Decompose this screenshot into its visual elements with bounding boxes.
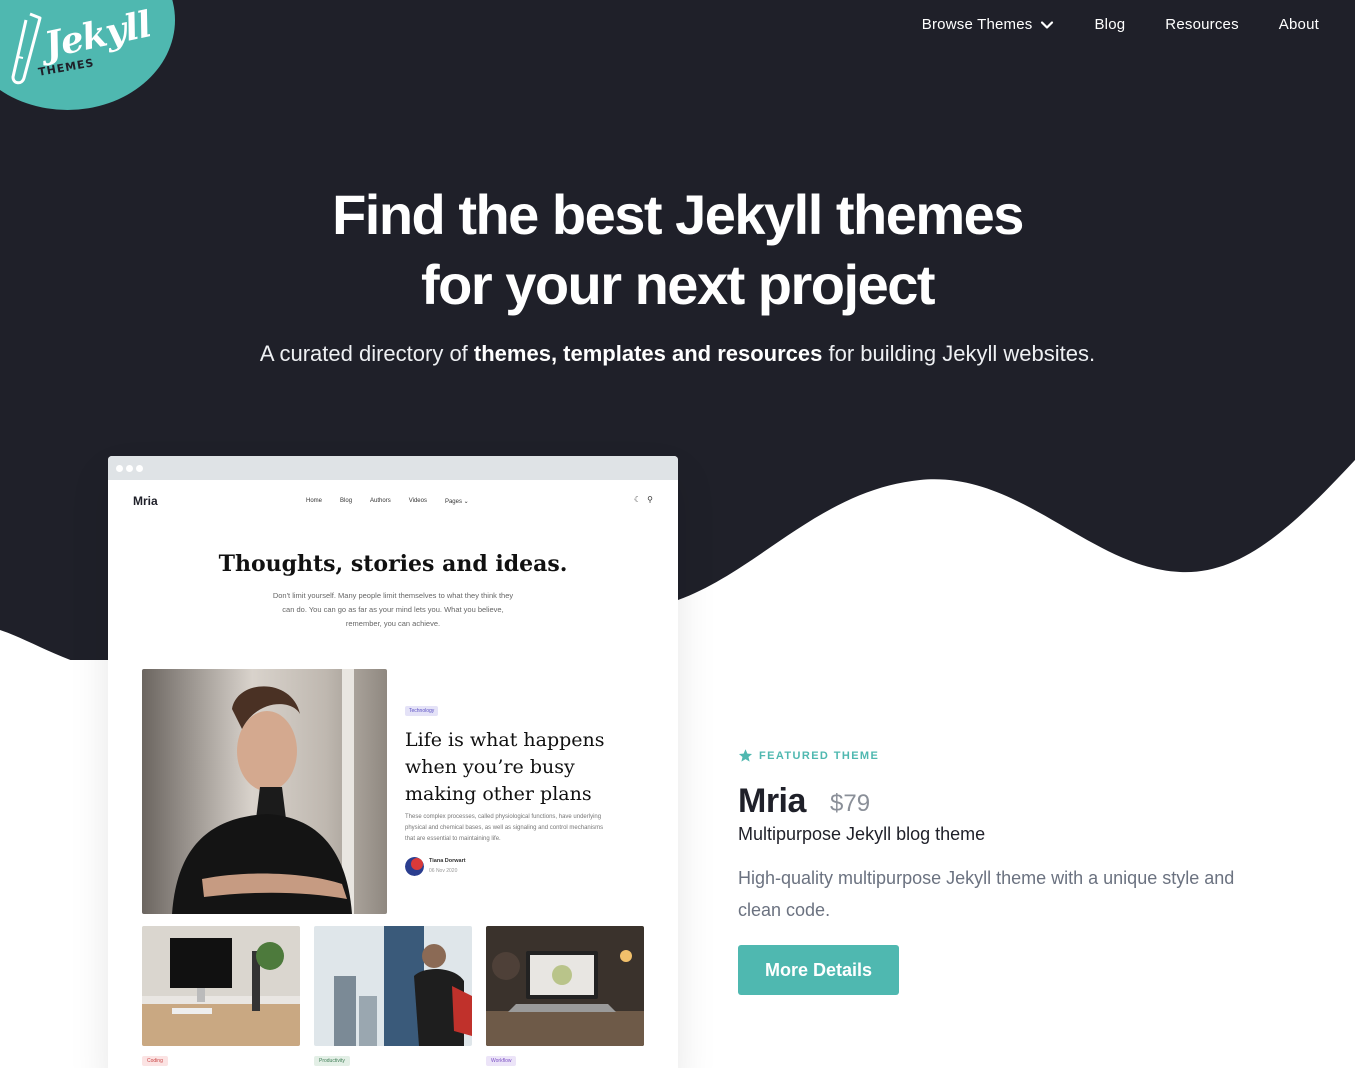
preview-featured-photo: [142, 669, 387, 914]
more-details-button[interactable]: More Details: [738, 945, 899, 995]
site-logo[interactable]: Jekyll THEMES: [0, 0, 175, 110]
preview-thumb-tag: Workflow: [486, 1056, 517, 1066]
preview-description: Don't limit yourself. Many people limit …: [272, 591, 514, 628]
preview-thumb: [142, 926, 300, 1046]
preview-thumb: [314, 926, 472, 1046]
hero-headline-line2: for your next project: [420, 253, 936, 316]
theme-preview-window[interactable]: Mria Home Blog Authors Videos Pages ⌄ ☾ …: [108, 456, 678, 1068]
preview-post-date: 06 Nov 2020: [429, 868, 458, 874]
search-icon: ⚲: [647, 495, 653, 504]
preview-links: Home Blog Authors Videos Pages ⌄: [306, 498, 469, 505]
featured-label: FEATURED THEME: [738, 748, 879, 763]
nav-resources[interactable]: Resources: [1165, 16, 1239, 33]
nav-browse-themes-label: Browse Themes: [921, 16, 1033, 33]
preview-site-name: Mria: [133, 494, 158, 508]
preview-author-name: Tiana Dorwart: [429, 858, 466, 864]
preview-nav: Mria Home Blog Authors Videos Pages ⌄ ☾ …: [108, 480, 678, 522]
preview-thumb-tag: Productivity: [314, 1056, 350, 1066]
preview-post-tag: Technology: [405, 706, 439, 716]
featured-label-text: FEATURED THEME: [759, 749, 880, 762]
preview-post-title: Life is what happens when you’re busy ma…: [405, 729, 605, 805]
logo-wordmark: Jekyll: [40, 3, 155, 67]
window-dot: [116, 464, 123, 472]
preview-post-description: These complex processes, called physiolo…: [405, 814, 604, 842]
nav-browse-themes[interactable]: Browse Themes: [922, 16, 1055, 33]
preview-title: Thoughts, stories and ideas.: [218, 551, 568, 577]
preview-icons: ☾ ⚲: [634, 495, 653, 504]
featured-theme-price: $79: [830, 790, 871, 817]
star-icon: [738, 749, 753, 762]
test-tube-icon: [11, 12, 42, 85]
hero-sub-pre: A curated directory of: [259, 341, 474, 366]
preview-thumb-tag: Coding: [142, 1056, 168, 1066]
avatar: [405, 857, 424, 876]
moon-icon: ☾: [633, 495, 642, 504]
window-dot: [126, 464, 133, 472]
hero-subheadline: A curated directory of themes, templates…: [0, 341, 1355, 367]
preview-thumb: [486, 926, 644, 1046]
hero-headline-line1: Find the best Jekyll themes: [332, 183, 1024, 246]
hero-sub-bold: themes, templates and resources: [473, 341, 823, 366]
nav-blog[interactable]: Blog: [1094, 16, 1125, 33]
preview-link: Blog: [340, 498, 353, 504]
preview-link: Authors: [370, 498, 391, 504]
preview-link: Videos: [408, 498, 427, 504]
nav-about[interactable]: About: [1279, 16, 1319, 33]
chevron-down-icon: [1041, 20, 1054, 29]
browser-title-bar: [108, 456, 678, 480]
hero-sub-post: for building Jekyll websites.: [822, 341, 1096, 366]
featured-theme-name[interactable]: Mria: [738, 782, 806, 821]
top-nav: Browse Themes Blog Resources About: [922, 16, 1319, 33]
preview-link: Pages ⌄: [444, 499, 469, 505]
preview-link: Home: [306, 498, 323, 504]
hero-headline: Find the best Jekyll themes for your nex…: [0, 180, 1355, 320]
featured-theme-description: High-quality multipurpose Jekyll theme w…: [738, 868, 1235, 920]
featured-theme-tagline: Multipurpose Jekyll blog theme: [738, 824, 986, 844]
window-dot: [136, 464, 143, 472]
preview-link-pages: Pages: [444, 499, 462, 505]
